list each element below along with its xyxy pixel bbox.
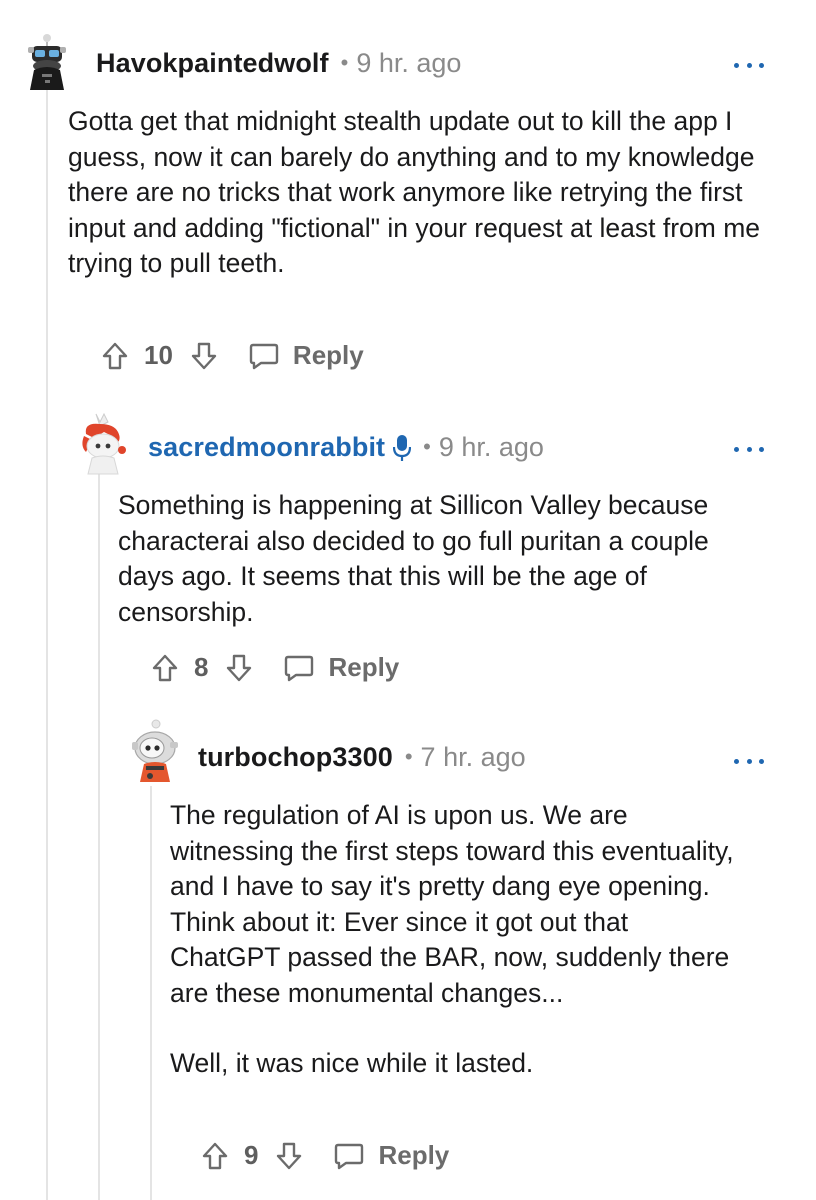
upvote-icon[interactable] — [152, 654, 178, 682]
comment-paragraph: Something is happening at Sillicon Valle… — [118, 490, 709, 627]
thread-line — [46, 86, 48, 1200]
timestamp: 9 hr. ago — [356, 48, 462, 78]
comment-body: Something is happening at Sillicon Valle… — [118, 488, 758, 630]
comment-actions: 10 Reply — [102, 340, 364, 371]
comment-paragraph: Gotta get that midnight stealth update o… — [68, 106, 761, 278]
comment-paragraph: The regulation of AI is upon us. We are … — [170, 800, 734, 1008]
comment-header: turbochop3300 • 7 hr. ago — [198, 742, 526, 773]
more-options-icon[interactable] — [734, 442, 764, 456]
reply-button[interactable]: Reply — [293, 340, 364, 371]
avatar[interactable] — [16, 30, 78, 92]
comment-body: The regulation of AI is upon us. We are … — [170, 798, 742, 1082]
timestamp: 9 hr. ago — [438, 432, 544, 462]
downvote-icon[interactable] — [276, 1142, 302, 1170]
reply-icon[interactable] — [249, 342, 279, 370]
microphone-icon — [393, 434, 412, 462]
comment-header: Havokpaintedwolf • 9 hr. ago — [96, 48, 461, 79]
thread-line — [98, 474, 100, 1200]
comment-paragraph: Well, it was nice while it lasted. — [170, 1048, 534, 1078]
avatar[interactable] — [70, 410, 136, 476]
downvote-icon[interactable] — [226, 654, 252, 682]
vote-count: 8 — [194, 652, 209, 682]
username[interactable]: sacredmoonrabbit — [148, 432, 385, 463]
comment-header: sacredmoonrabbit • 9 hr. ago — [148, 432, 544, 463]
timestamp: 7 hr. ago — [420, 742, 526, 772]
reply-button[interactable]: Reply — [328, 652, 399, 683]
comment-body: Gotta get that midnight stealth update o… — [68, 104, 768, 282]
comment-actions: 9 Reply — [202, 1140, 449, 1171]
separator: • — [340, 49, 349, 75]
upvote-icon[interactable] — [202, 1142, 228, 1170]
reply-icon[interactable] — [334, 1142, 364, 1170]
separator: • — [423, 433, 431, 459]
avatar[interactable] — [122, 718, 188, 784]
downvote-icon[interactable] — [191, 342, 217, 370]
reply-icon[interactable] — [284, 654, 314, 682]
username[interactable]: turbochop3300 — [198, 742, 393, 773]
more-options-icon[interactable] — [734, 58, 764, 72]
upvote-icon[interactable] — [102, 342, 128, 370]
username[interactable]: Havokpaintedwolf — [96, 48, 329, 79]
thread-line — [150, 786, 152, 1200]
more-options-icon[interactable] — [734, 754, 764, 768]
vote-count: 9 — [244, 1140, 259, 1170]
reply-button[interactable]: Reply — [378, 1140, 449, 1171]
separator: • — [404, 743, 413, 769]
comment-actions: 8 Reply — [152, 652, 399, 683]
vote-count: 10 — [144, 340, 173, 370]
